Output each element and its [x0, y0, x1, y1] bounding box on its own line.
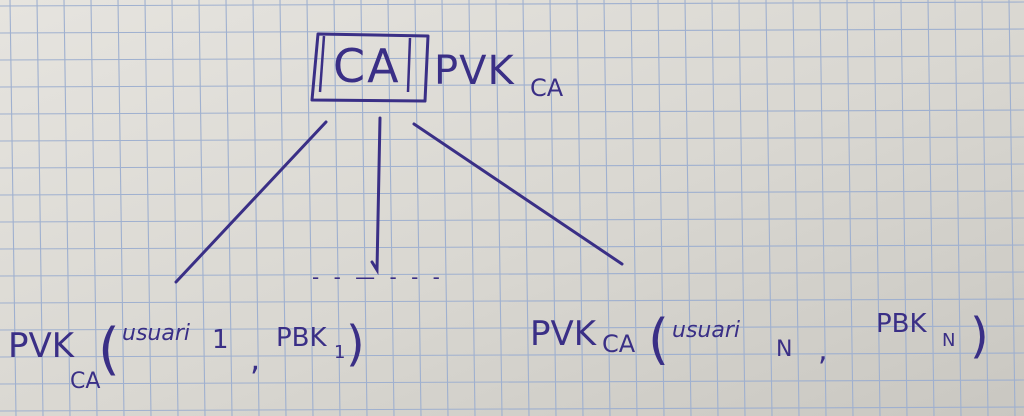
root-key-subscript: CA	[530, 74, 564, 102]
child-1-open-paren: (	[98, 317, 120, 382]
child-n-user: usuari	[672, 318, 740, 343]
child-1-user-index: 1	[212, 325, 229, 355]
child-n-close-paren: )	[970, 308, 989, 364]
child-1-close-paren: )	[346, 316, 365, 372]
notebook-page: CA PVK CA - - — - - - PVK CA ( usuari 1 …	[0, 0, 1024, 416]
root-box-label: CA	[333, 39, 401, 93]
child-1-pbk: PBK	[276, 323, 328, 353]
child-n-separator: ,	[818, 333, 828, 368]
child-n-user-index: N	[776, 337, 792, 362]
child-1-key-subscript: CA	[70, 369, 100, 394]
child-n-open-paren: (	[648, 308, 669, 371]
child-n-pbk-index: N	[942, 330, 955, 351]
child-n-pbk: PBK	[876, 309, 928, 339]
child-1-pbk-index: 1	[334, 342, 345, 363]
child-1-separator: ,	[250, 340, 260, 378]
child-n-key-subscript: CA	[602, 330, 636, 358]
root-key-label: PVK	[434, 48, 515, 94]
pki-tree-diagram: CA PVK CA - - — - - - PVK CA ( usuari 1 …	[0, 0, 1024, 416]
child-1-key-label: PVK	[8, 326, 76, 366]
child-n-key-label: PVK	[530, 314, 598, 354]
child-1-user: usuari	[122, 321, 190, 346]
children-ellipsis: - - — - - -	[312, 265, 444, 289]
